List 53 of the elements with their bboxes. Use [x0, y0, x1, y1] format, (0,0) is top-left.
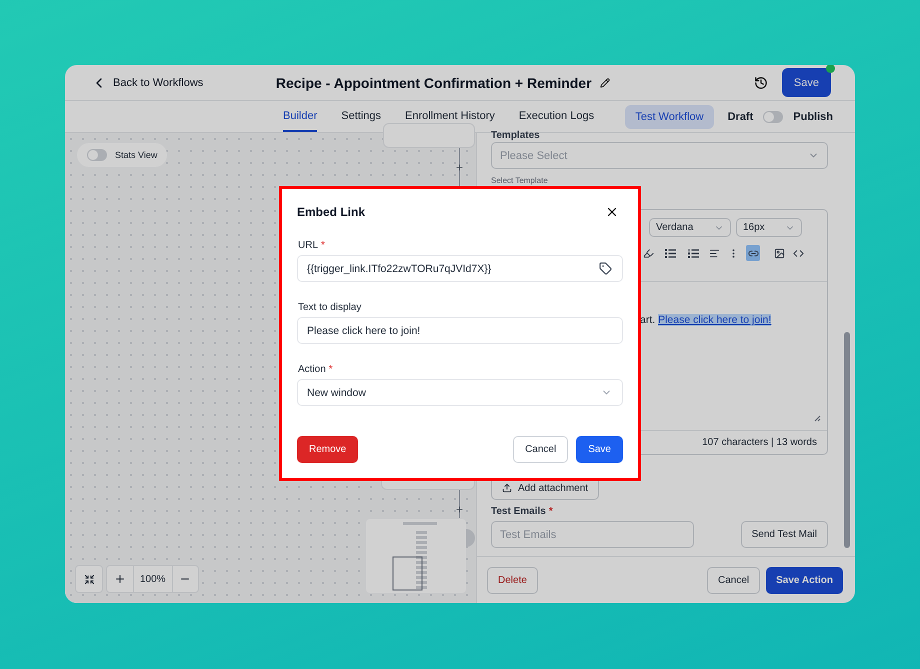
numbered-list-icon [688, 248, 698, 258]
history-icon[interactable] [754, 76, 768, 90]
remove-button[interactable]: Remove [297, 436, 358, 463]
add-step-icon[interactable] [455, 505, 464, 514]
upload-icon [502, 483, 512, 493]
resize-grip-icon[interactable] [814, 415, 821, 422]
draft-label: Draft [728, 110, 754, 122]
bullet-list-icon [664, 248, 676, 258]
tab[interactable]: Execution Logs [518, 101, 594, 132]
stats-view-toggle[interactable] [87, 149, 107, 161]
test-workflow-button[interactable]: Test Workflow [625, 104, 714, 128]
font-size-select[interactable]: 16px [736, 218, 802, 237]
field-label: Text to display [297, 302, 362, 313]
save-button[interactable]: Save [576, 436, 623, 463]
font-select[interactable]: Verdana [649, 218, 731, 237]
add-step-icon[interactable] [455, 163, 464, 172]
code-icon [792, 248, 804, 258]
back-link[interactable]: Back to Workflows [91, 74, 204, 90]
dialog-title: Embed Link [297, 205, 366, 219]
email-link[interactable]: Please click here to join! [658, 314, 772, 326]
text-field[interactable]: Please click here to join! [297, 317, 623, 344]
publish-label: Publish [793, 110, 833, 122]
stats-view-label: Stats View [115, 150, 158, 160]
scrollbar-thumb[interactable] [844, 332, 850, 548]
zoom-in-icon [114, 573, 126, 585]
test-emails-field[interactable]: Test Emails [491, 521, 694, 548]
workflow-title: Recipe - Appointment Confirmation + Reminder [276, 74, 592, 90]
tab[interactable]: Settings [341, 101, 381, 132]
cancel-button[interactable]: Cancel [706, 566, 760, 594]
templates-label: Templates [491, 130, 541, 141]
field-label: Action * [297, 364, 334, 375]
workflow-node[interactable] [383, 123, 475, 148]
image-icon [774, 248, 784, 258]
cancel-button[interactable]: Cancel [513, 436, 568, 463]
test-emails-label: Test Emails * [491, 506, 554, 517]
tag-icon[interactable] [599, 262, 612, 275]
highlighter-icon [642, 248, 654, 258]
edit-icon[interactable] [600, 78, 610, 88]
toolbar-button[interactable] [746, 245, 760, 261]
character-count: 107 characters | 13 words [702, 437, 817, 448]
templates-hint: Select Template [491, 176, 549, 185]
action-select[interactable]: New window [297, 379, 623, 406]
send-test-mail-button[interactable]: Send Test Mail [740, 521, 828, 548]
save-action-button[interactable]: Save Action [766, 566, 843, 594]
align-icon [708, 248, 720, 258]
close-icon[interactable] [605, 205, 619, 219]
publish-toggle[interactable] [763, 110, 784, 122]
delete-button[interactable]: Delete [487, 566, 538, 594]
fit-view-icon [84, 574, 94, 584]
field-label: URL * [297, 240, 326, 251]
text-field[interactable]: {{trigger_link.ITfo22zwTORu7qJVId7X}} [297, 255, 623, 282]
stats-view-control[interactable]: Stats View [77, 143, 168, 167]
email-body-text: art. Please click here to join! [640, 314, 772, 326]
